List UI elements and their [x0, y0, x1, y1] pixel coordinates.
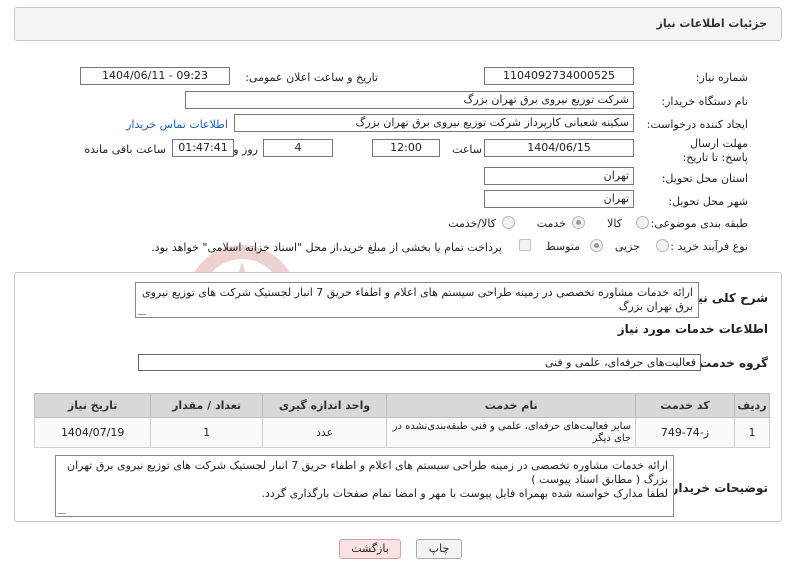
table-row: 1 ز-74-749 سایر فعالیت‌های حرفه‌ای، علمی…: [33, 417, 771, 448]
resize-handle[interactable]: [58, 506, 66, 514]
process-option-minor: جزیی: [614, 240, 640, 253]
remaining-label: ساعت باقی مانده: [84, 143, 166, 156]
cell-unit: عدد: [261, 417, 388, 448]
col-service-name: نام خدمت: [386, 393, 637, 418]
process-radio-minor[interactable]: [656, 239, 669, 252]
service-group-field: فعالیت‌های حرفه‌ای، علمی و فنی: [138, 354, 701, 371]
buyer-org-label: نام دستگاه خریدار:: [661, 95, 748, 108]
category-option-goods: کالا: [607, 217, 622, 230]
category-option-service: خدمت: [536, 217, 566, 230]
deadline-time-label: ساعت: [452, 143, 482, 156]
services-heading: اطلاعات خدمات مورد نیاز: [617, 322, 768, 336]
province-field: تهران: [484, 167, 634, 185]
remaining-time-field: 01:47:41: [172, 139, 234, 157]
cell-quantity: 1: [150, 417, 263, 448]
services-table: ردیف کد خدمت نام خدمت واحد اندازه گیری ت…: [33, 393, 771, 448]
process-option-medium: متوسط: [545, 240, 580, 253]
province-label: استان محل تحویل:: [661, 172, 748, 185]
category-radio-goods[interactable]: [636, 216, 649, 229]
col-need-date: تاریخ نیاز: [33, 393, 152, 418]
header-panel: جزئیات اطلاعات نیاز: [14, 7, 782, 41]
buyer-notes-line-1: ارائه خدمات مشاوره تخصصی در زمینه طراحی …: [67, 459, 668, 486]
category-label: طبقه بندی موضوعی:: [650, 217, 748, 230]
cell-service-name: سایر فعالیت‌های حرفه‌ای، علمی و فنی طبقه…: [386, 417, 637, 448]
service-group-label: گروه خدمت:: [694, 356, 768, 370]
col-unit: واحد اندازه گیری: [261, 393, 388, 418]
category-option-goods-service: کالا/خدمت: [448, 217, 496, 230]
page-title: جزئیات اطلاعات نیاز: [656, 17, 768, 30]
col-service-code: کد خدمت: [635, 393, 735, 418]
announce-label: تاریخ و ساعت اعلان عمومی:: [245, 71, 378, 84]
buyer-org-field: شرکت توزیع نیروی برق تهران بزرگ: [185, 91, 634, 109]
city-label: شهر محل تحویل:: [668, 195, 748, 208]
category-radio-service[interactable]: [572, 216, 585, 229]
summary-textarea: ارائه خدمات مشاوره تخصصی در زمینه طراحی …: [135, 282, 699, 318]
cell-row: 1: [733, 417, 771, 448]
table-header-row: ردیف کد خدمت نام خدمت واحد اندازه گیری ت…: [33, 393, 771, 418]
buyer-notes-label: توضیحات خریدار:: [666, 481, 768, 495]
contact-info-link[interactable]: اطلاعات تماس خریدار: [126, 118, 228, 131]
days-label: روز و: [233, 143, 258, 156]
city-field: تهران: [484, 190, 634, 208]
creator-field: سکینه شعبانی کارپرداز شرکت توزیع نیروی ب…: [234, 114, 634, 132]
col-quantity: تعداد / مقدار: [150, 393, 263, 418]
deadline-label: مهلت ارسال پاسخ: تا تاریخ:: [682, 137, 748, 164]
resize-handle[interactable]: [138, 307, 146, 315]
print-button[interactable]: چاپ: [416, 539, 462, 559]
treasury-payment-checkbox[interactable]: [519, 239, 531, 251]
announce-field: 1404/06/11 - 09:23: [80, 67, 230, 85]
buyer-notes-textarea: ارائه خدمات مشاوره تخصصی در زمینه طراحی …: [55, 455, 674, 517]
col-row: ردیف: [733, 393, 771, 418]
category-radio-goods-service[interactable]: [502, 216, 515, 229]
creator-label: ایجاد کننده درخواست:: [646, 118, 748, 131]
deadline-date-field: 1404/06/15: [484, 139, 634, 157]
cell-service-code: ز-74-749: [635, 417, 735, 448]
treasury-payment-note: پرداخت تمام یا بخشی از مبلغ خرید،از محل …: [151, 241, 502, 254]
cell-need-date: 1404/07/19: [33, 417, 152, 448]
process-label: نوع فرآیند خرید :: [670, 240, 748, 253]
days-field: 4: [263, 139, 333, 157]
process-radio-medium[interactable]: [590, 239, 603, 252]
need-number-field: 1104092734000525: [484, 67, 634, 85]
need-number-label: شماره نیاز:: [695, 71, 748, 84]
back-button[interactable]: بازگشت: [339, 539, 401, 559]
buyer-notes-line-2: لطفا مدارک خواسته شده بهمراه فایل پیوست …: [261, 487, 668, 500]
summary-text: ارائه خدمات مشاوره تخصصی در زمینه طراحی …: [142, 286, 693, 313]
deadline-time-field: 12:00: [372, 139, 440, 157]
